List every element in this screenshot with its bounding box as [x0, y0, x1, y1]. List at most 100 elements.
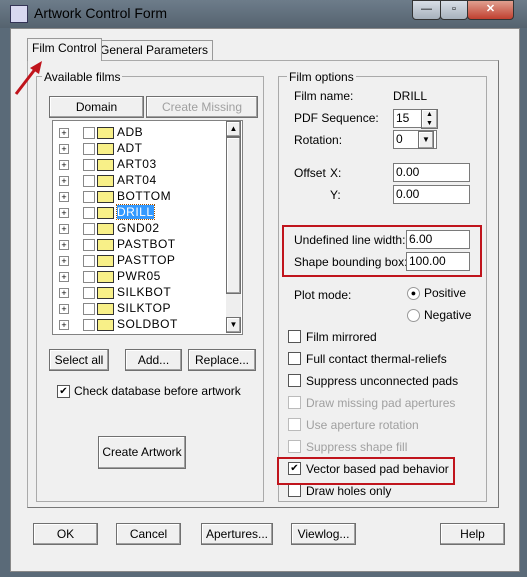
expand-icon[interactable]: +	[59, 192, 69, 202]
expand-icon[interactable]: +	[59, 240, 69, 250]
film-item[interactable]: + SILKTOP	[59, 301, 229, 317]
film-name: SILKBOT	[117, 285, 172, 299]
film-name: ART03	[117, 157, 157, 171]
film-item[interactable]: + ADB	[59, 125, 229, 141]
chevron-down-icon[interactable]: ▼	[418, 131, 434, 149]
films-tree[interactable]: + ADB + ADT + ART03 + ART04 + BOTTOM + DRILL + GND02 +…	[52, 120, 243, 335]
check-database-checkbox[interactable]: ✔	[57, 385, 70, 398]
film-item[interactable]: + SILKBOT	[59, 285, 229, 301]
film-checkbox[interactable]	[83, 223, 95, 235]
tab-film-control[interactable]: Film Control	[27, 38, 102, 61]
create-artwork-button[interactable]: Create Artwork	[98, 436, 186, 469]
select-all-button[interactable]: Select all	[49, 349, 109, 371]
folder-icon	[97, 159, 114, 171]
film-item[interactable]: + SOLDBOT	[59, 317, 229, 333]
viewlog-button[interactable]: Viewlog...	[291, 523, 356, 545]
expand-icon[interactable]: +	[59, 272, 69, 282]
film-checkbox[interactable]	[83, 127, 95, 139]
film-item[interactable]: + ART03	[59, 157, 229, 173]
folder-icon	[97, 303, 114, 315]
option-checkbox[interactable]	[288, 374, 301, 387]
folder-icon	[97, 127, 114, 139]
positive-radio[interactable]: ●	[407, 287, 420, 300]
red-arrow-annotation	[14, 61, 42, 95]
expand-icon[interactable]: +	[59, 224, 69, 234]
pdf-sequence-input[interactable]: 15	[393, 109, 422, 128]
film-checkbox[interactable]	[83, 319, 95, 331]
film-item[interactable]: + DRILL	[59, 204, 229, 221]
film-name: SOLDTOP	[117, 333, 178, 334]
option-checkbox	[288, 396, 301, 409]
film-item[interactable]: +SOLDTOP	[59, 333, 229, 334]
create-missing-films-button: Create Missing Films	[146, 96, 258, 134]
expand-icon[interactable]: +	[59, 256, 69, 266]
add-button[interactable]: Add...	[125, 349, 182, 371]
film-checkbox[interactable]	[83, 207, 95, 219]
option-checkbox[interactable]	[288, 330, 301, 343]
option-label: Use aperture rotation	[306, 418, 419, 432]
expand-icon[interactable]: +	[59, 320, 69, 330]
pdf-sequence-spinner[interactable]: ▲ ▼	[421, 109, 438, 129]
film-checkbox[interactable]	[83, 239, 95, 251]
film-item[interactable]: + PASTTOP	[59, 253, 229, 269]
films-scrollbar[interactable]: ▲ ▼	[226, 121, 241, 333]
ok-button[interactable]: OK	[33, 523, 98, 545]
film-item[interactable]: + PASTBOT	[59, 237, 229, 253]
film-checkbox[interactable]	[83, 287, 95, 299]
close-button[interactable]: ✕	[467, 0, 514, 20]
pdf-sequence-label: PDF Sequence:	[294, 111, 379, 125]
film-name: DRILL	[116, 204, 155, 220]
film-checkbox[interactable]	[83, 143, 95, 155]
film-item[interactable]: + ART04	[59, 173, 229, 189]
offset-y-input[interactable]: 0.00	[393, 185, 470, 204]
film-checkbox[interactable]	[83, 159, 95, 171]
expand-icon[interactable]: +	[59, 288, 69, 298]
film-checkbox[interactable]	[83, 303, 95, 315]
negative-radio[interactable]	[407, 309, 420, 322]
folder-icon	[97, 287, 114, 299]
expand-icon[interactable]: +	[59, 176, 69, 186]
film-item[interactable]: + PWR05	[59, 269, 229, 285]
offset-y-label: Y:	[330, 188, 341, 202]
tab-general-parameters[interactable]: General Parameters	[95, 40, 214, 60]
expand-icon[interactable]: +	[59, 208, 69, 218]
scroll-thumb[interactable]	[226, 137, 241, 294]
cancel-button[interactable]: Cancel	[116, 523, 181, 545]
option-label: Draw missing pad apertures	[306, 396, 456, 410]
film-checkbox[interactable]	[83, 271, 95, 283]
film-checkbox[interactable]	[83, 175, 95, 187]
replace-button[interactable]: Replace...	[188, 349, 256, 371]
check-database-label: Check database before artwork	[74, 384, 241, 398]
apertures-button[interactable]: Apertures...	[201, 523, 273, 545]
film-item[interactable]: + ADT	[59, 141, 229, 157]
film-item[interactable]: + BOTTOM	[59, 189, 229, 205]
expand-icon[interactable]: +	[59, 144, 69, 154]
film-name: ART04	[117, 173, 157, 187]
available-films-label: Available films	[42, 70, 123, 84]
option-checkbox[interactable]	[288, 352, 301, 365]
folder-icon	[97, 191, 114, 203]
offset-x-input[interactable]: 0.00	[393, 163, 470, 182]
minimize-button[interactable]: —	[412, 0, 441, 20]
expand-icon[interactable]: +	[59, 304, 69, 314]
expand-icon[interactable]: +	[59, 160, 69, 170]
film-checkbox[interactable]	[83, 191, 95, 203]
film-item[interactable]: + GND02	[59, 221, 229, 237]
maximize-button[interactable]: ▫	[440, 0, 468, 20]
domain-selection-button[interactable]: Domain Selection	[49, 96, 144, 134]
folder-icon	[97, 271, 114, 283]
film-name: PWR05	[117, 269, 161, 283]
scroll-down-button[interactable]: ▼	[226, 317, 241, 333]
scroll-up-button[interactable]: ▲	[226, 121, 241, 137]
folder-icon	[97, 223, 114, 235]
folder-icon	[97, 255, 114, 267]
option-label: Suppress unconnected pads	[306, 374, 459, 388]
positive-label: Positive	[424, 286, 467, 300]
help-button[interactable]: Help	[440, 523, 505, 545]
folder-icon	[97, 239, 114, 251]
option-checkbox[interactable]	[288, 484, 301, 497]
expand-icon[interactable]: +	[59, 128, 69, 138]
option-checkbox	[288, 440, 301, 453]
plot-mode-label: Plot mode:	[294, 288, 352, 302]
film-checkbox[interactable]	[83, 255, 95, 267]
